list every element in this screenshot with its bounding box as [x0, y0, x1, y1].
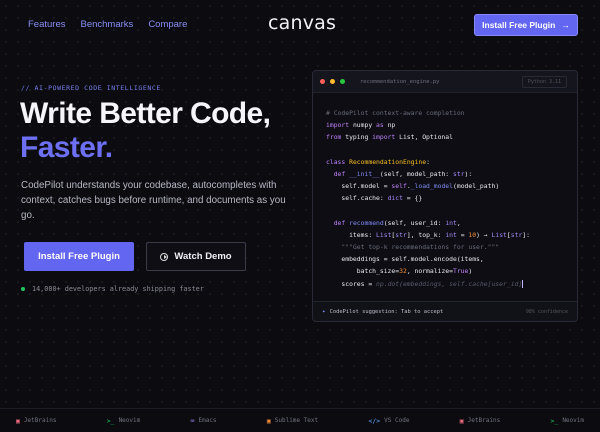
footer-item-label: Neovim: [118, 417, 141, 424]
suggestion-label: CodePilot suggestion: Tab to accept: [329, 308, 444, 315]
footer-item-neovim: >_ Neovim: [107, 417, 141, 425]
logo[interactable]: canvas: [268, 12, 336, 34]
maximize-dot-icon[interactable]: [340, 79, 345, 84]
close-dot-icon[interactable]: [320, 79, 325, 84]
neovim-icon: >_: [550, 416, 559, 425]
code-line: import numpy as np: [326, 121, 396, 130]
neovim-icon: >_: [106, 416, 115, 425]
code-line: def __init__(self, model_path: str):: [333, 169, 473, 178]
suggestion-left: ✦ CodePilot suggestion: Tab to accept: [322, 308, 443, 315]
footer-item-label: JetBrains: [467, 417, 501, 424]
confidence-label: 98% confidence: [525, 308, 568, 315]
footer-item-emacs: ⌨ Emacs: [191, 417, 217, 425]
sublime-icon: ▣: [266, 416, 271, 425]
code-line: self.cache: dict = {}: [326, 194, 423, 203]
watch-demo-label: Watch Demo: [174, 251, 232, 262]
suggestion-bar: ✦ CodePilot suggestion: Tab to accept 98…: [313, 301, 577, 321]
code-line: batch_size=32, normalize=True): [326, 267, 473, 276]
social-proof: 14,000+ developers already shipping fast…: [21, 285, 204, 293]
text-cursor: [522, 279, 524, 288]
arrow-right-icon: →: [561, 20, 570, 30]
top-nav: Features Benchmarks Compare canvas Insta…: [0, 0, 600, 50]
hero-title: Write Better Code, Faster.: [20, 97, 271, 165]
vscode-icon: </>: [368, 416, 381, 425]
footer-item-label: VS Code: [384, 417, 410, 424]
minimize-dot-icon[interactable]: [330, 79, 335, 84]
code-line: embeddings = self.model.encode(items,: [326, 255, 484, 264]
social-proof-text: 14,000+ developers already shipping fast…: [32, 285, 204, 293]
jetbrains-icon: ▣: [16, 416, 20, 425]
editor-titlebar: recommendation_engine.py Python 3.11: [313, 71, 577, 93]
hero-description: CodePilot understands your codebase, aut…: [21, 180, 286, 221]
hero-title-line2: Faster.: [20, 131, 113, 164]
hero-title-line1: Write Better Code,: [20, 97, 271, 130]
code-line: def recommend(self, user_id: int,: [333, 218, 461, 227]
hero-eyebrow: // AI-POWERED CODE INTELLIGENCE: [21, 84, 161, 92]
code-line: self.model = self._load_model(model_path…: [326, 182, 500, 191]
code-line: scores = np.dot(embeddings, self.cache[u…: [326, 279, 524, 288]
footer-item-vscode: </> VS Code: [368, 417, 409, 425]
footer-item-label: Neovim: [562, 417, 584, 424]
footer-item-label: JetBrains: [23, 417, 57, 424]
editor-filename: recommendation_engine.py: [360, 78, 440, 85]
code-block: # CodePilot context-aware completion imp…: [326, 107, 569, 290]
nav-link-features[interactable]: Features: [28, 19, 66, 30]
footer-item-label: Emacs: [198, 417, 217, 424]
footer-item-neovim-2: >_ Neovim: [550, 417, 584, 425]
jetbrains-icon: ▣: [459, 416, 464, 425]
nav-link-benchmarks[interactable]: Benchmarks: [81, 19, 134, 30]
install-plugin-label: Install Free Plugin: [38, 251, 120, 262]
play-icon: [160, 252, 169, 261]
code-line: """Get top-k recommendations for user.""…: [341, 243, 500, 252]
language-badge: Python 3.11: [521, 76, 567, 88]
code-line: class RecommendationEngine:: [326, 157, 430, 166]
code-line: items: List[str], top_k: int = 10) → Lis…: [326, 230, 530, 239]
nav-links: Features Benchmarks Compare: [28, 19, 187, 30]
sparkle-icon: ✦: [322, 308, 326, 315]
footer-item-jetbrains: ▣ JetBrains: [16, 417, 56, 425]
code-line: from typing import List, Optional: [326, 133, 453, 142]
nav-install-label: Install Free Plugin: [482, 20, 556, 30]
footer-item-sublime: ▣ Sublime Text: [267, 417, 318, 425]
editor-support-strip: ▣ JetBrains >_ Neovim ⌨ Emacs ▣ Sublime …: [0, 408, 600, 432]
watch-demo-button[interactable]: Watch Demo: [146, 242, 246, 271]
nav-link-compare[interactable]: Compare: [148, 19, 187, 30]
code-editor-window: recommendation_engine.py Python 3.11 # C…: [312, 70, 578, 322]
nav-install-button[interactable]: Install Free Plugin →: [474, 14, 578, 36]
footer-item-jetbrains-2: ▣ JetBrains: [460, 417, 500, 425]
install-plugin-button[interactable]: Install Free Plugin: [24, 242, 134, 271]
status-dot-icon: [21, 287, 25, 291]
code-line: # CodePilot context-aware completion: [326, 109, 465, 117]
emacs-icon: ⌨: [190, 416, 195, 425]
footer-item-label: Sublime Text: [274, 417, 319, 424]
